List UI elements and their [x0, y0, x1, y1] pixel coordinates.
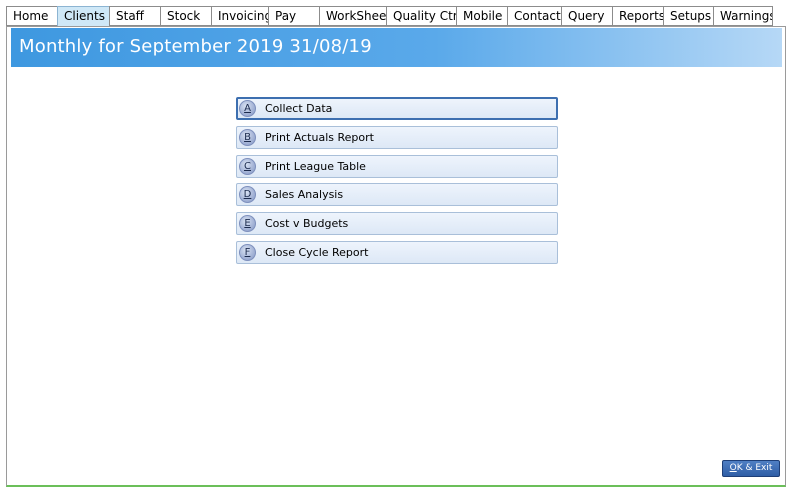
menu-button-label: Print Actuals Report: [265, 131, 374, 144]
tab-label: Home: [13, 9, 49, 23]
tab-query[interactable]: Query: [561, 6, 612, 26]
ok-exit-button[interactable]: OK & Exit: [722, 460, 780, 477]
tab-home[interactable]: Home: [6, 6, 57, 26]
main-tab-bar: Home Clients Staff Stock Invoicing Pay W…: [6, 6, 786, 27]
tab-label: Pay: [275, 9, 297, 23]
tab-label: Warnings: [720, 9, 773, 23]
tab-label: Contacts: [514, 9, 561, 23]
tab-label: Stock: [167, 9, 201, 23]
tab-label: Query: [568, 9, 605, 23]
ok-hotkey: O: [729, 463, 737, 473]
cost-v-budgets-button[interactable]: E Cost v Budgets: [236, 212, 558, 235]
tab-staff[interactable]: Staff: [109, 6, 160, 26]
page-header: Monthly for September 2019 31/08/19: [11, 28, 782, 67]
menu-button-label: Cost v Budgets: [265, 217, 349, 230]
tab-label: Clients: [64, 9, 105, 23]
menu-button-label: Sales Analysis: [265, 188, 344, 201]
tab-stock[interactable]: Stock: [160, 6, 211, 26]
tab-label: Setups: [670, 9, 712, 23]
menu-button-label: Print League Table: [265, 160, 366, 173]
hotkey-badge: A: [239, 100, 256, 117]
content-panel: Monthly for September 2019 31/08/19 A Co…: [6, 26, 786, 487]
tab-contacts[interactable]: Contacts: [507, 6, 561, 26]
tab-label: Mobile: [463, 9, 503, 23]
hotkey-badge: E: [239, 215, 256, 232]
tab-setups[interactable]: Setups: [663, 6, 713, 26]
page-title: Monthly for September 2019 31/08/19: [19, 36, 372, 57]
collect-data-button[interactable]: A Collect Data: [236, 97, 558, 120]
print-league-table-button[interactable]: C Print League Table: [236, 155, 558, 178]
hotkey-badge: D: [239, 186, 256, 203]
menu-button-label: Close Cycle Report: [265, 246, 369, 259]
tab-worksheet[interactable]: WorkSheet: [319, 6, 386, 26]
tab-warnings[interactable]: Warnings: [713, 6, 773, 26]
hotkey-badge: C: [239, 158, 256, 175]
tab-invoicing[interactable]: Invoicing: [211, 6, 268, 26]
hotkey-badge: F: [239, 244, 256, 261]
sales-analysis-button[interactable]: D Sales Analysis: [236, 183, 558, 206]
app-window: Home Clients Staff Stock Invoicing Pay W…: [0, 0, 792, 493]
ok-label: K & Exit: [736, 463, 773, 473]
tab-pay[interactable]: Pay: [268, 6, 319, 26]
tab-label: Staff: [116, 9, 144, 23]
tab-label: Quality Ctrl: [393, 9, 456, 23]
hotkey-badge: B: [239, 129, 256, 146]
print-actuals-report-button[interactable]: B Print Actuals Report: [236, 126, 558, 149]
tab-label: WorkSheet: [326, 9, 386, 23]
tab-mobile[interactable]: Mobile: [456, 6, 507, 26]
tab-quality-ctrl[interactable]: Quality Ctrl: [386, 6, 456, 26]
tab-label: Invoicing: [218, 9, 268, 23]
tab-reports[interactable]: Reports: [612, 6, 663, 26]
close-cycle-report-button[interactable]: F Close Cycle Report: [236, 241, 558, 264]
tab-clients[interactable]: Clients: [57, 6, 109, 27]
tab-label: Reports: [619, 9, 663, 23]
menu-button-label: Collect Data: [265, 102, 333, 115]
